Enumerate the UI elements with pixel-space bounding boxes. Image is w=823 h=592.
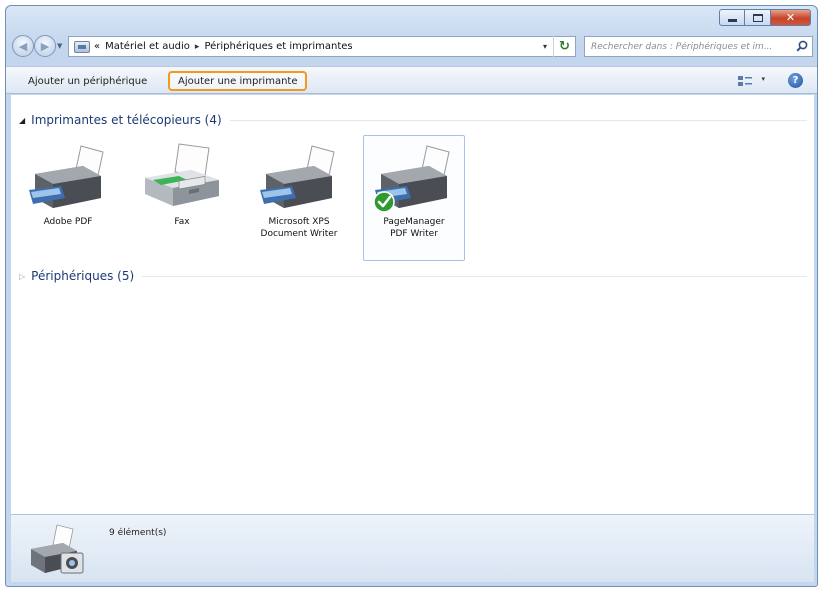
group-divider	[229, 119, 807, 121]
device-adobe-pdf[interactable]: Adobe PDF	[17, 135, 119, 261]
device-fax[interactable]: Fax	[131, 135, 233, 261]
add-device-button[interactable]: Ajouter un périphérique	[20, 71, 155, 91]
close-button[interactable]: ✕	[771, 9, 811, 26]
breadcrumb-overflow[interactable]: «	[94, 41, 100, 52]
refresh-button[interactable]: ↻	[553, 36, 575, 57]
content-pane: ◢ Imprimantes et télécopieurs (4) Adobe …	[11, 95, 814, 514]
item-count: 9 élément(s)	[109, 528, 167, 538]
recent-pages-dropdown[interactable]: ▼	[57, 42, 62, 50]
refresh-icon: ↻	[559, 39, 570, 54]
change-view-icon[interactable]	[737, 74, 753, 87]
minimize-icon	[727, 18, 737, 22]
device-label: Fax	[174, 217, 190, 227]
address-row: ◀ ▶ ▼ « Matériel et audio ▸ Périphérique…	[6, 32, 817, 62]
fax-icon	[145, 143, 219, 206]
group-title-printers: Imprimantes et télécopieurs (4)	[31, 113, 222, 127]
device-label: Microsoft XPS Document Writer	[260, 217, 338, 239]
group-title-devices: Périphériques (5)	[31, 269, 135, 283]
printer-icon	[29, 145, 104, 208]
address-dropdown-icon[interactable]: ▾	[543, 42, 547, 51]
breadcrumb-devices-printers[interactable]: Périphériques et imprimantes	[204, 41, 352, 52]
minimize-button[interactable]	[719, 9, 745, 26]
caption-buttons: ✕	[719, 9, 811, 26]
group-divider	[142, 275, 807, 277]
explorer-window: ✕ ◀ ▶ ▼ « Matériel et audio ▸ Périphériq…	[5, 5, 818, 587]
device-label: PageManager PDF Writer	[383, 217, 445, 239]
devices-printers-icon	[31, 524, 84, 574]
search-input[interactable]: Rechercher dans : Périphériques et im...	[591, 42, 791, 52]
details-pane: 9 élément(s)	[11, 514, 814, 582]
default-checkmark-icon	[373, 191, 395, 213]
printer-icon	[260, 145, 335, 208]
device-label: Adobe PDF	[43, 217, 93, 227]
arrow-right-icon: ▶	[40, 39, 50, 53]
arrow-left-icon: ◀	[18, 39, 28, 53]
help-icon: ?	[792, 75, 799, 86]
add-printer-button[interactable]: Ajouter une imprimante	[168, 71, 308, 91]
collapse-arrow-icon[interactable]: ◢	[19, 116, 25, 125]
control-panel-icon	[74, 40, 90, 53]
group-header-devices[interactable]: ▷ Périphériques (5)	[19, 269, 807, 283]
search-box[interactable]: Rechercher dans : Périphériques et im...	[584, 36, 813, 57]
view-dropdown-icon[interactable]: ▾	[761, 75, 765, 83]
group-header-printers[interactable]: ◢ Imprimantes et télécopieurs (4)	[19, 113, 807, 127]
maximize-icon	[752, 13, 763, 22]
maximize-button[interactable]	[745, 9, 771, 26]
breadcrumb-separator-icon[interactable]: ▸	[195, 42, 200, 52]
search-icon[interactable]	[796, 40, 808, 52]
forward-button[interactable]: ▶	[34, 35, 56, 57]
device-microsoft-xps[interactable]: Microsoft XPS Document Writer	[248, 135, 350, 261]
expand-arrow-icon[interactable]: ▷	[19, 272, 25, 281]
command-bar: Ajouter un périphérique Ajouter une impr…	[6, 66, 817, 94]
back-button[interactable]: ◀	[12, 35, 34, 57]
address-bar[interactable]: « Matériel et audio ▸ Périphériques et i…	[68, 36, 576, 57]
breadcrumb-hardware-sound[interactable]: Matériel et audio	[105, 41, 190, 52]
printer-icon	[373, 145, 450, 213]
close-icon: ✕	[785, 11, 796, 24]
device-pagemanager-pdf-writer[interactable]: PageManager PDF Writer	[363, 135, 465, 261]
help-button[interactable]: ?	[788, 73, 803, 88]
